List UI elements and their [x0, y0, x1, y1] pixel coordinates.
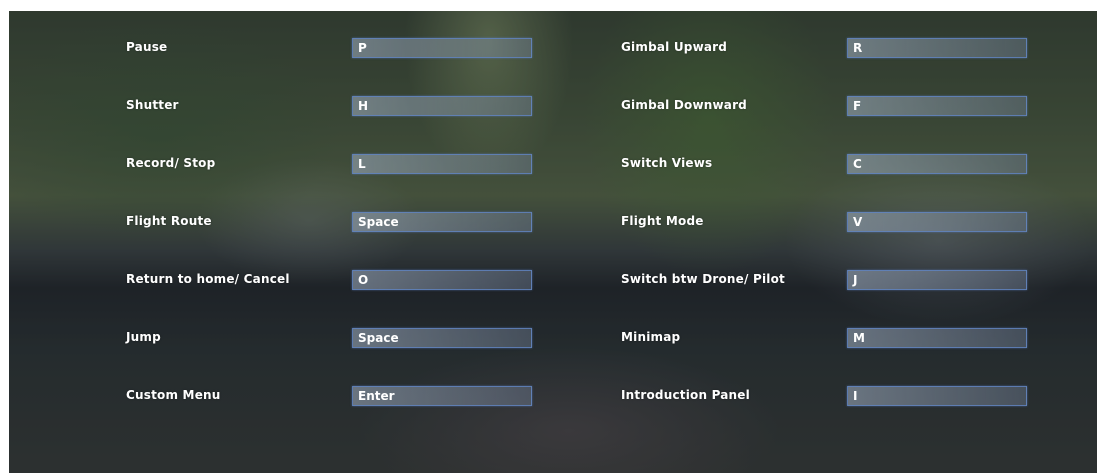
- shutter-key-field[interactable]: H: [352, 96, 532, 116]
- return-home-key-field[interactable]: O: [352, 270, 532, 290]
- binding-label: Jump: [126, 330, 161, 344]
- binding-label: Pause: [126, 40, 168, 54]
- binding-label: Switch btw Drone/ Pilot: [621, 272, 785, 286]
- binding-label: Minimap: [621, 330, 681, 344]
- jump-key-field[interactable]: Space: [352, 328, 532, 348]
- flight-mode-key-field[interactable]: V: [847, 212, 1027, 232]
- binding-label: Record/ Stop: [126, 156, 216, 170]
- pause-key-field[interactable]: P: [352, 38, 532, 58]
- binding-label: Return to home/ Cancel: [126, 272, 290, 286]
- switch-views-key-field[interactable]: C: [847, 154, 1027, 174]
- switch-drone-pilot-key-field[interactable]: J: [847, 270, 1027, 290]
- custom-menu-key-field[interactable]: Enter: [352, 386, 532, 406]
- binding-label: Gimbal Downward: [621, 98, 747, 112]
- record-stop-key-field[interactable]: L: [352, 154, 532, 174]
- gimbal-upward-key-field[interactable]: R: [847, 38, 1027, 58]
- minimap-key-field[interactable]: M: [847, 328, 1027, 348]
- introduction-panel-key-field[interactable]: I: [847, 386, 1027, 406]
- binding-label: Custom Menu: [126, 388, 221, 402]
- binding-label: Introduction Panel: [621, 388, 750, 402]
- gimbal-downward-key-field[interactable]: F: [847, 96, 1027, 116]
- binding-label: Flight Route: [126, 214, 212, 228]
- binding-label: Gimbal Upward: [621, 40, 728, 54]
- keybindings-panel: Pause P Shutter H Record/ Stop L Flight …: [9, 11, 1097, 473]
- binding-label: Switch Views: [621, 156, 713, 170]
- binding-label: Shutter: [126, 98, 179, 112]
- flight-route-key-field[interactable]: Space: [352, 212, 532, 232]
- binding-label: Flight Mode: [621, 214, 704, 228]
